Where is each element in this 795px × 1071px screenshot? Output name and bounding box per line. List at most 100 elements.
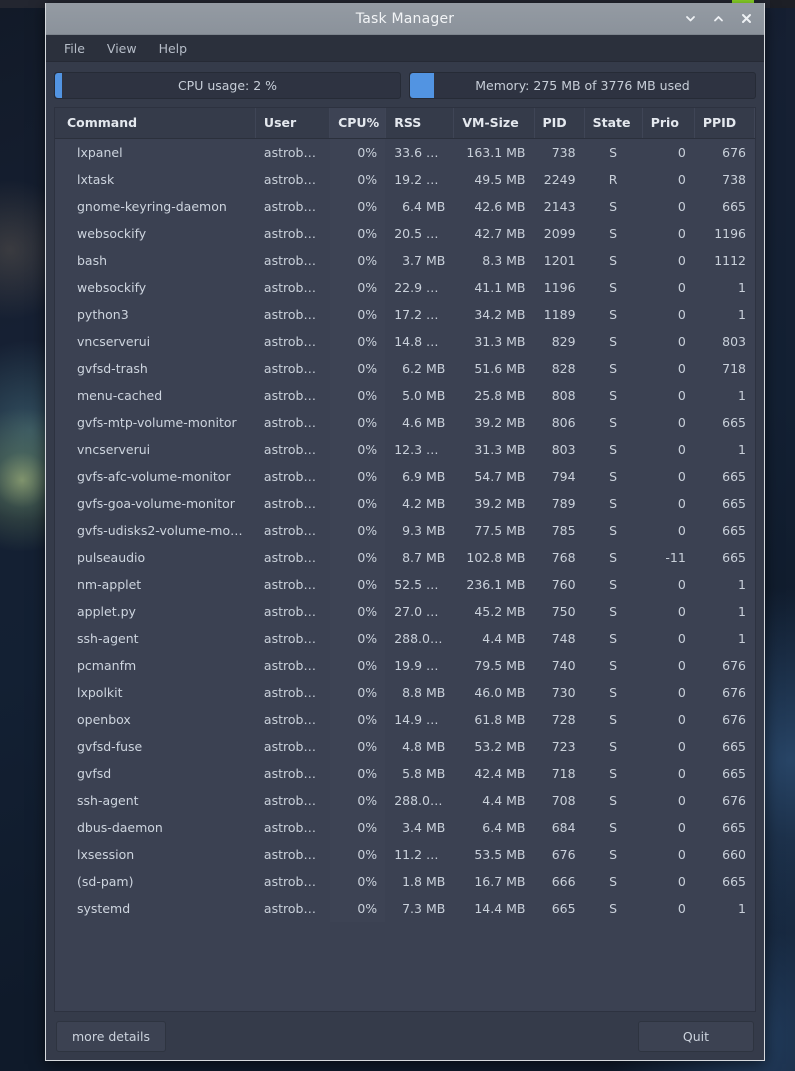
cell-command: lxtask <box>77 172 115 187</box>
window-title: Task Manager <box>355 10 455 27</box>
cell-ppid: 1 <box>738 388 746 403</box>
cell-command: lxpanel <box>77 145 123 160</box>
cell-rss: 9.3 MB <box>402 523 446 538</box>
table-row[interactable]: websockify astroberry 0% 22.9 MB 41.1 MB 1196… <box>55 274 755 301</box>
cell-state: S <box>609 523 618 538</box>
cell-rss: 1.8 MB <box>402 874 446 889</box>
cell-ppid: 1 <box>738 604 746 619</box>
cell-vmsize: 8.3 MB <box>482 253 526 268</box>
cell-vmsize: 42.4 MB <box>474 766 526 781</box>
table-row[interactable]: gnome-keyring-daemon astroberry 0% 6.4 MB 42… <box>55 193 755 220</box>
cell-ppid: 665 <box>722 766 746 781</box>
menu-file[interactable]: File <box>56 38 93 59</box>
table-row[interactable]: openbox astroberry 0% 14.9 MB 61.8 MB 728 S 0 67… <box>55 706 755 733</box>
table-row[interactable]: python3 astroberry 0% 17.2 MB 34.2 MB 1189 S 0 1 <box>55 301 755 328</box>
cell-prio: 0 <box>677 631 686 646</box>
quit-button[interactable]: Quit <box>638 1020 754 1052</box>
cell-ppid: 1 <box>738 280 746 295</box>
cell-rss: 14.9 MB <box>394 712 446 727</box>
table-row[interactable]: vncserverui astroberry 0% 12.3 MB 31.3 MB 803… <box>55 436 755 463</box>
memory-usage-meter[interactable]: Memory: 275 MB of 3776 MB used <box>409 72 756 99</box>
table-row[interactable]: pcmanfm astroberry 0% 19.9 MB 79.5 MB 740 S 0 67… <box>55 652 755 679</box>
cell-ppid: 665 <box>722 415 746 430</box>
table-row[interactable]: gvfsd astroberry 0% 5.8 MB 42.4 MB 718 S 0 665 <box>55 760 755 787</box>
cell-state: S <box>609 550 618 565</box>
cell-cpu: 0% <box>329 193 386 220</box>
column-header-user[interactable]: User <box>255 108 331 139</box>
cpu-usage-meter[interactable]: CPU usage: 2 % <box>54 72 401 99</box>
column-header-prio[interactable]: Prio <box>642 108 695 139</box>
table-row[interactable]: vncserverui astroberry 0% 14.8 MB 31.3 MB 829… <box>55 328 755 355</box>
minimize-button[interactable] <box>682 11 698 27</box>
cell-prio: 0 <box>677 523 686 538</box>
cell-ppid: 665 <box>722 199 746 214</box>
menu-help[interactable]: Help <box>151 38 196 59</box>
column-header-vmsize[interactable]: VM-Size <box>453 108 535 139</box>
table-row[interactable]: websockify astroberry 0% 20.5 MB 42.7 MB 2099… <box>55 220 755 247</box>
more-details-button[interactable]: more details <box>56 1020 166 1052</box>
cell-prio: 0 <box>677 307 686 322</box>
cell-prio: -11 <box>665 550 686 565</box>
table-row[interactable]: gvfs-afc-volume-monitor astroberry 0% 6.9 M… <box>55 463 755 490</box>
table-row[interactable]: menu-cached astroberry 0% 5.0 MB 25.8 MB 808 S… <box>55 382 755 409</box>
table-row[interactable]: systemd astroberry 0% 7.3 MB 14.4 MB 665 S 0 1 <box>55 895 755 922</box>
cell-user: astroberry <box>263 415 329 430</box>
cell-command: pcmanfm <box>77 658 137 673</box>
table-row[interactable]: (sd-pam) astroberry 0% 1.8 MB 16.7 MB 666 S 0 66… <box>55 868 755 895</box>
cell-ppid: 1 <box>738 901 746 916</box>
table-row[interactable]: gvfsd-trash astroberry 0% 6.2 MB 51.6 MB 828 S… <box>55 355 755 382</box>
cell-rss: 8.7 MB <box>402 550 446 565</box>
cell-cpu: 0% <box>329 544 386 571</box>
column-header-rss[interactable]: RSS <box>385 108 455 139</box>
menu-view[interactable]: View <box>99 38 145 59</box>
table-row[interactable]: gvfsd-fuse astroberry 0% 4.8 MB 53.2 MB 723 S 0… <box>55 733 755 760</box>
cell-rss: 288.0 KB <box>394 793 451 808</box>
cell-rss: 20.5 MB <box>394 226 446 241</box>
process-table: lxpanel astroberry 0% 33.6 MB 163.1 MB 738 S 0 6… <box>55 139 755 922</box>
cell-pid: 1189 <box>543 307 576 322</box>
cell-ppid: 1196 <box>714 226 746 241</box>
cell-cpu: 0% <box>329 328 386 355</box>
column-header-command[interactable]: Command <box>55 108 256 139</box>
cell-pid: 2143 <box>543 199 576 214</box>
taskbar-right-section <box>770 0 795 8</box>
table-row[interactable]: ssh-agent astroberry 0% 288.0 KB 4.4 MB 748 S 0… <box>55 625 755 652</box>
table-row[interactable]: gvfs-udisks2-volume-monitor astroberry 0% 9… <box>55 517 755 544</box>
table-row[interactable]: dbus-daemon astroberry 0% 3.4 MB 6.4 MB 684 S 0… <box>55 814 755 841</box>
column-header-ppid[interactable]: PPID <box>694 108 755 139</box>
column-header-pid[interactable]: PID <box>534 108 585 139</box>
close-button[interactable] <box>738 11 754 27</box>
table-row[interactable]: lxpolkit astroberry 0% 8.8 MB 46.0 MB 730 S 0 67… <box>55 679 755 706</box>
cell-command: gvfsd-trash <box>77 361 148 376</box>
table-row[interactable]: lxpanel astroberry 0% 33.6 MB 163.1 MB 738 S 0 6… <box>55 139 755 166</box>
column-header-state[interactable]: State <box>584 108 643 139</box>
table-row[interactable]: pulseaudio astroberry 0% 8.7 MB 102.8 MB 768 S… <box>55 544 755 571</box>
process-table-scroll-area[interactable]: lxpanel astroberry 0% 33.6 MB 163.1 MB 738 S 0 6… <box>55 139 755 1011</box>
cell-cpu: 0% <box>329 571 386 598</box>
table-row[interactable]: nm-applet astroberry 0% 52.5 MB 236.1 MB 760 S… <box>55 571 755 598</box>
cell-user: astroberry <box>263 847 329 862</box>
cell-command: systemd <box>77 901 131 916</box>
cell-vmsize: 51.6 MB <box>474 361 526 376</box>
maximize-button[interactable] <box>710 11 726 27</box>
cell-state: R <box>608 172 618 187</box>
window-controls <box>682 3 754 34</box>
table-row[interactable]: applet.py astroberry 0% 27.0 MB 45.2 MB 750 S 0… <box>55 598 755 625</box>
table-row[interactable]: bash astroberry 0% 3.7 MB 8.3 MB 1201 S 0 1112 <box>55 247 755 274</box>
cell-state: S <box>609 388 618 403</box>
table-row[interactable]: gvfs-goa-volume-monitor astroberry 0% 4.2 M… <box>55 490 755 517</box>
table-row[interactable]: gvfs-mtp-volume-monitor astroberry 0% 4.6 M… <box>55 409 755 436</box>
cell-rss: 19.2 MB <box>394 172 446 187</box>
table-row[interactable]: ssh-agent astroberry 0% 288.0 KB 4.4 MB 708 S 0… <box>55 787 755 814</box>
cell-pid: 730 <box>551 685 576 700</box>
cell-state: S <box>609 415 618 430</box>
cell-user: astroberry <box>263 496 329 511</box>
cell-user: astroberry <box>263 442 329 457</box>
table-row[interactable]: lxsession astroberry 0% 11.2 MB 53.5 MB 676 S 0… <box>55 841 755 868</box>
cell-vmsize: 53.2 MB <box>474 739 526 754</box>
cell-vmsize: 4.4 MB <box>482 793 526 808</box>
column-header-cpu[interactable]: CPU%⌄ <box>329 108 392 139</box>
table-row[interactable]: lxtask astroberry 0% 19.2 MB 49.5 MB 2249 R 0 73… <box>55 166 755 193</box>
cell-ppid: 665 <box>722 496 746 511</box>
window-titlebar[interactable]: Task Manager <box>46 3 764 35</box>
